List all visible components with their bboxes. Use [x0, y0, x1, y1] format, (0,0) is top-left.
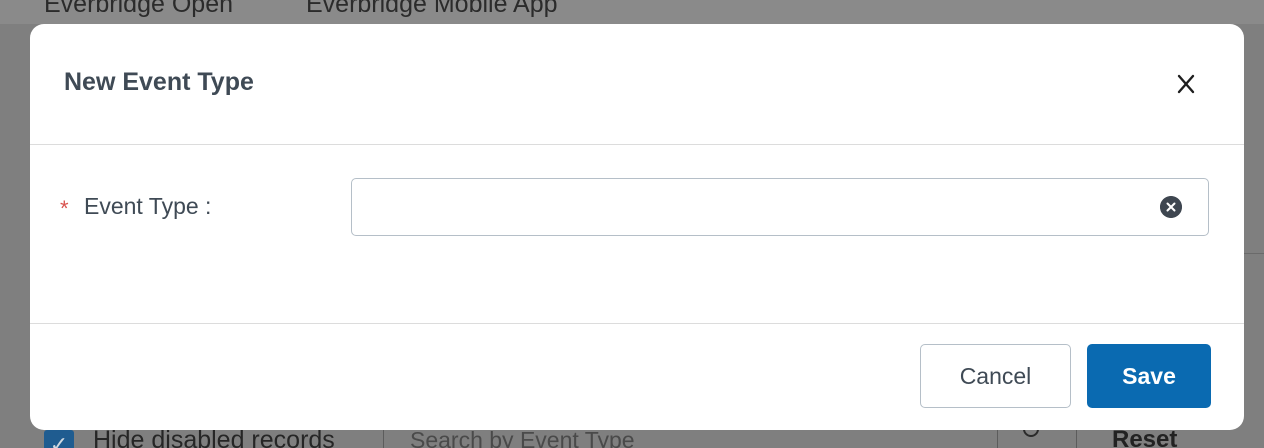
event-type-input[interactable] — [351, 178, 1209, 236]
save-button[interactable]: Save — [1087, 344, 1211, 408]
dialog-footer: Cancel Save — [30, 323, 1244, 430]
dialog-header: New Event Type — [30, 24, 1244, 145]
background-tab-bar: Everbridge Open Everbridge Mobile App — [0, 0, 1264, 24]
close-icon[interactable] — [1170, 68, 1202, 100]
toolbar-divider — [383, 428, 384, 448]
background-tab-everbridge-open: Everbridge Open — [44, 0, 234, 18]
hide-disabled-checkbox: ✓ — [44, 430, 74, 448]
event-type-field-row: * Event Type : — [30, 176, 1244, 240]
cancel-button[interactable]: Cancel — [920, 344, 1071, 408]
search-placeholder: Search by Event Type — [410, 427, 635, 448]
required-mark: * — [60, 196, 69, 221]
clear-input-icon[interactable] — [1160, 196, 1182, 218]
new-event-type-dialog: New Event Type * Event Type : Cancel Sav… — [30, 24, 1244, 430]
background-divider — [1244, 253, 1264, 254]
dialog-title: New Event Type — [64, 68, 254, 96]
event-type-label: Event Type : — [84, 193, 212, 219]
background-tab-everbridge-mobile-app: Everbridge Mobile App — [306, 0, 558, 18]
